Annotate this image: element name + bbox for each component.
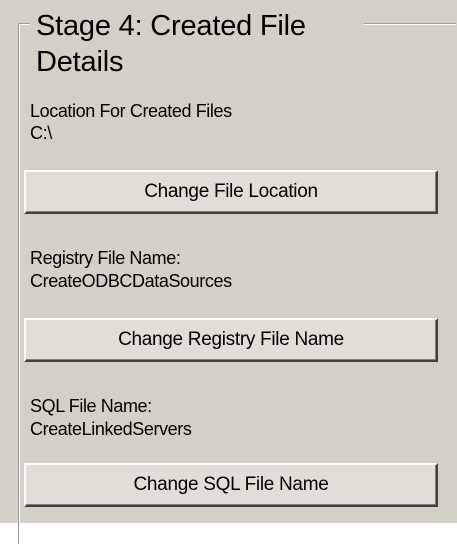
sql-file-name-value: CreateLinkedServers — [30, 419, 192, 439]
location-value: C:\ — [30, 123, 52, 143]
group-title-line1: Stage 4: Created File — [36, 10, 306, 42]
stage4-panel: Stage 4: Created File Details Location F… — [0, 0, 457, 544]
registry-file-name-label: Registry File Name: — [30, 248, 181, 268]
change-sql-file-name-button[interactable]: Change SQL File Name — [24, 463, 438, 507]
group-box-title: Stage 4: Created File Details — [30, 8, 364, 80]
registry-file-name-value: CreateODBCDataSources — [30, 271, 232, 291]
location-label: Location For Created Files — [30, 101, 232, 121]
sql-file-name-label: SQL File Name: — [30, 396, 152, 416]
change-file-location-button[interactable]: Change File Location — [24, 170, 438, 214]
group-title-line2: Details — [36, 46, 124, 78]
change-registry-file-name-button[interactable]: Change Registry File Name — [24, 318, 438, 362]
